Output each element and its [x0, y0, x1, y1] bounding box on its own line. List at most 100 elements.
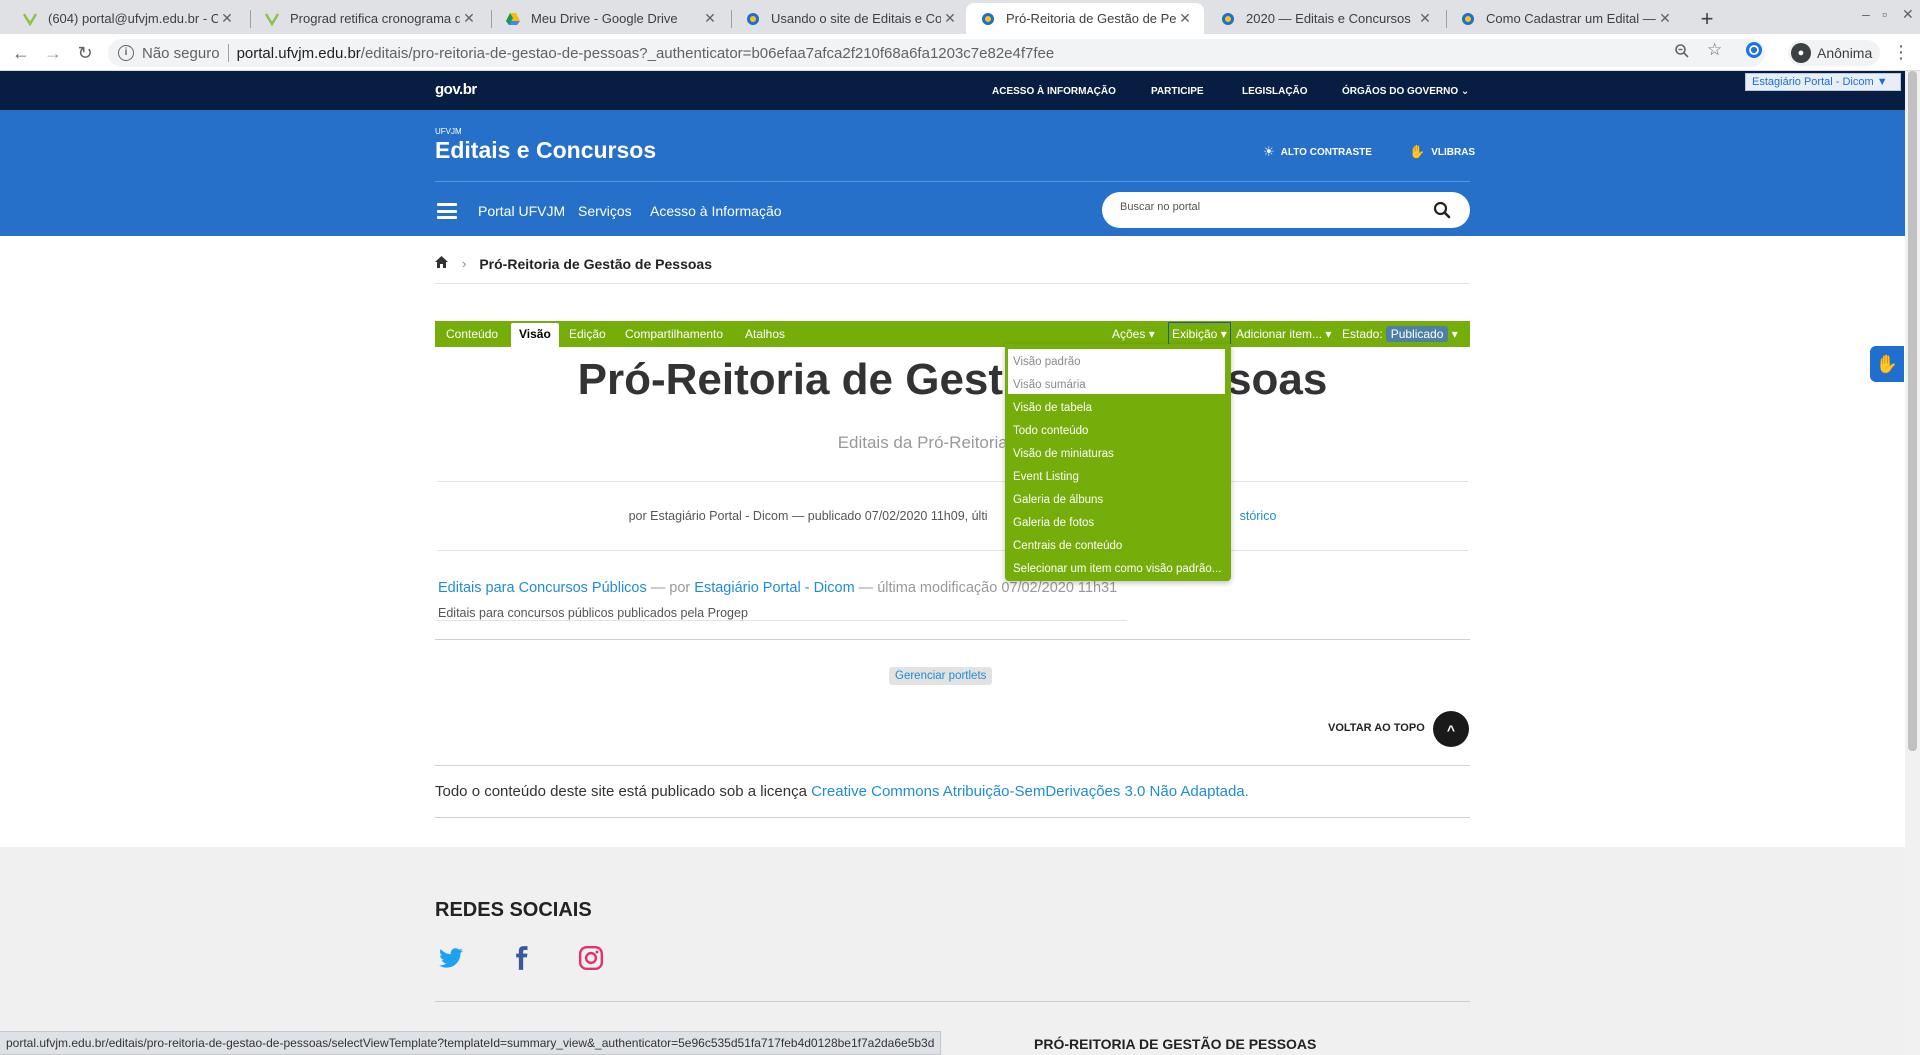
profile-button[interactable]: ● Anônima — [1788, 40, 1881, 66]
nav-portal-ufvjm[interactable]: Portal UFVJM — [478, 203, 565, 219]
back-to-top-label[interactable]: VOLTAR AO TOPO — [1328, 722, 1425, 734]
menu-item-visao-sumaria[interactable]: Visão sumária — [1013, 379, 1086, 391]
breadcrumb: › Pró-Reitoria de Gestão de Pessoas — [435, 252, 1470, 275]
close-tab-icon[interactable]: ✕ — [941, 10, 959, 27]
close-tab-icon[interactable]: ✕ — [218, 10, 236, 27]
exibicao-menu[interactable]: Exibição ▾ — [1168, 322, 1231, 346]
history-link[interactable]: stórico — [1240, 509, 1277, 523]
browser-tab[interactable]: Usando o site de Editais e Conc ✕ — [731, 3, 969, 34]
zoom-icon[interactable] — [1674, 43, 1690, 63]
footer-org-title: PRÓ-REITORIA DE GESTÃO DE PESSOAS — [1034, 1036, 1317, 1052]
tab-edicao[interactable]: Edição — [569, 321, 606, 347]
star-icon[interactable]: ☆ — [1707, 40, 1722, 60]
search-input[interactable] — [1120, 201, 1420, 213]
caret-down-icon: ▾ — [1451, 327, 1458, 341]
vlibras-widget-icon[interactable]: ✋ — [1870, 346, 1904, 382]
caret-down-icon: ▾ — [1220, 327, 1227, 341]
extension-icon[interactable] — [1745, 41, 1763, 63]
govbr-logo[interactable]: gov.br — [435, 81, 477, 98]
menu-item-visao-miniaturas[interactable]: Visão de miniaturas — [1013, 448, 1114, 460]
govbar-link-orgaos[interactable]: ÓRGÃOS DO GOVERNO ⌄ — [1342, 86, 1469, 97]
menu-item-event-listing[interactable]: Event Listing — [1013, 471, 1079, 483]
adicionar-item-menu[interactable]: Adicionar item... ▾ — [1236, 321, 1331, 347]
browser-tab-active[interactable]: Pró-Reitoria de Gestão de Pess ✕ — [966, 3, 1204, 34]
chevron-down-icon: ⌄ — [1460, 86, 1470, 97]
menu-item-visao-padrao[interactable]: Visão padrão — [1013, 356, 1081, 368]
menu-item-visao-tabela[interactable]: Visão de tabela — [1013, 402, 1092, 414]
back-to-top-button[interactable]: ^ — [1433, 711, 1469, 747]
close-tab-icon[interactable]: ✕ — [1656, 10, 1674, 27]
site-icon — [264, 11, 280, 27]
browser-tabbar: (604) portal@ufvjm.edu.br - Ca ✕ Prograd… — [0, 0, 1920, 34]
address-bar: ← → ↻ i Não seguro portal.ufvjm.edu.br/e… — [0, 34, 1920, 71]
status-bar: portal.ufvjm.edu.br/editais/pro-reitoria… — [0, 1031, 942, 1055]
footer — [0, 847, 1905, 1055]
scrollbar[interactable] — [1905, 71, 1920, 1055]
tab-conteudo[interactable]: Conteúdo — [446, 321, 498, 347]
close-tab-icon[interactable]: ✕ — [1176, 10, 1194, 27]
list-item: Editais para Concursos Públicos — por Es… — [438, 580, 1118, 596]
close-tab-icon[interactable]: ✕ — [1416, 10, 1434, 27]
caret-down-icon: ▾ — [1325, 327, 1332, 341]
chevron-right-icon: › — [462, 256, 467, 271]
reload-icon[interactable]: ↻ — [72, 40, 98, 66]
menu-item-galeria-fotos[interactable]: Galeria de fotos — [1013, 517, 1094, 529]
scrollbar-thumb[interactable] — [1908, 71, 1917, 751]
twitter-icon[interactable] — [438, 945, 464, 971]
menu-item-centrais-conteudo[interactable]: Centrais de conteúdo — [1013, 540, 1122, 552]
hamburger-menu-icon[interactable] — [437, 203, 457, 219]
item-title-link[interactable]: Editais para Concursos Públicos — [438, 580, 647, 596]
high-contrast-button[interactable]: ☀ ALTO CONTRASTE — [1263, 144, 1372, 160]
facebook-icon[interactable] — [508, 945, 534, 971]
estado-menu[interactable]: Estado: Publicado ▾ — [1342, 321, 1458, 347]
govbar-link-participe[interactable]: PARTICIPE — [1151, 86, 1204, 97]
license-link[interactable]: Creative Commons Atribuição-SemDerivaçõe… — [811, 783, 1249, 800]
home-icon[interactable] — [435, 256, 448, 271]
tab-visao[interactable]: Visão — [511, 323, 559, 347]
new-tab-button[interactable]: + — [1693, 5, 1721, 33]
instagram-icon[interactable] — [578, 945, 604, 971]
search-box — [1102, 192, 1470, 228]
view-dropdown-menu: Visão padrão Visão sumária Visão de tabe… — [1005, 344, 1231, 581]
site-icon — [980, 11, 996, 27]
search-icon[interactable] — [1432, 200, 1452, 220]
url-field[interactable]: i Não seguro portal.ufvjm.edu.br/editais… — [108, 39, 1765, 67]
govbar-link-acesso[interactable]: ACESSO À INFORMAÇÃO — [992, 86, 1116, 97]
manage-portlets-button[interactable]: Gerenciar portlets — [889, 667, 993, 685]
social-title: REDES SOCIAIS — [435, 899, 592, 921]
gov-bar: gov.br ACESSO À INFORMAÇÃO PARTICIPE LEG… — [0, 71, 1905, 110]
minimize-icon[interactable]: – — [1862, 6, 1870, 22]
site-title[interactable]: Editais e Concursos — [435, 137, 656, 164]
menu-item-galeria-albuns[interactable]: Galeria de álbuns — [1013, 494, 1103, 506]
item-author-link[interactable]: Estagiário Portal - Dicom — [694, 580, 854, 596]
close-tab-icon[interactable]: ✕ — [460, 10, 478, 27]
nav-acesso-informacao[interactable]: Acesso à Informação — [650, 203, 782, 219]
maximize-icon[interactable]: ▫ — [1882, 6, 1887, 22]
breadcrumb-current: Pró-Reitoria de Gestão de Pessoas — [479, 255, 712, 272]
tab-atalhos[interactable]: Atalhos — [745, 321, 785, 347]
tab-compartilhamento[interactable]: Compartilhamento — [625, 321, 723, 347]
browser-tab[interactable]: 2020 — Editais e Concursos ✕ — [1206, 3, 1444, 34]
site-icon — [745, 11, 761, 27]
page-title: Pró-Reitoria de Gest soas — [577, 355, 1328, 404]
browser-tab[interactable]: Prograd retifica cronograma de ✕ — [250, 3, 488, 34]
browser-tab[interactable]: Como Cadastrar um Edital — E ✕ — [1446, 3, 1684, 34]
back-arrow-icon[interactable]: ← — [8, 40, 34, 66]
browser-tab[interactable]: Meu Drive - Google Drive ✕ — [491, 3, 729, 34]
govbar-link-legislacao[interactable]: LEGISLAÇÃO — [1242, 86, 1308, 97]
close-window-icon[interactable]: ✕ — [1902, 6, 1914, 23]
site-icon — [1460, 11, 1476, 27]
user-menu[interactable]: Estagiário Portal - Dicom ▼ — [1745, 73, 1901, 91]
menu-item-selecionar-item[interactable]: Selecionar um item como visão padrão... — [1013, 563, 1221, 575]
license-text: Todo o conteúdo deste site está publicad… — [435, 783, 1249, 800]
browser-menu-icon[interactable]: ⋮ — [1892, 42, 1910, 63]
menu-item-todo-conteudo[interactable]: Todo conteúdo — [1013, 425, 1088, 437]
browser-tab[interactable]: (604) portal@ufvjm.edu.br - Ca ✕ — [8, 3, 246, 34]
site-org: UFVJM — [435, 127, 462, 136]
forward-arrow-icon[interactable]: → — [40, 40, 66, 66]
hand-icon: ✋ — [1409, 144, 1426, 159]
nav-servicos[interactable]: Serviços — [578, 203, 632, 219]
info-icon[interactable]: i — [118, 45, 134, 61]
close-tab-icon[interactable]: ✕ — [701, 10, 719, 27]
vlibras-button[interactable]: ✋ VLIBRAS — [1409, 144, 1475, 160]
